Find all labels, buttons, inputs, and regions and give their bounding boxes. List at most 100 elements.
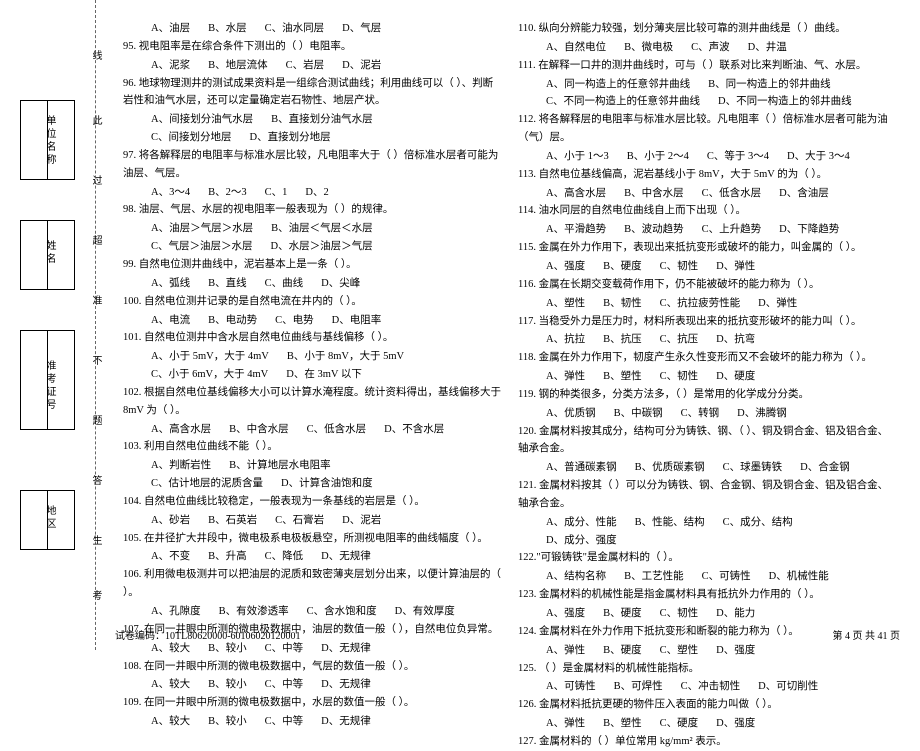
- question-text: 98. 油层、气层、水层的视电阻率一般表现为（ ）的规律。: [123, 201, 502, 219]
- option: B、微电极: [624, 39, 673, 57]
- option: C、低含水层: [307, 421, 367, 439]
- option-row: A、不变B、升高C、降低D、无规律: [123, 548, 502, 566]
- exam-number-label: 准考证号: [42, 360, 57, 412]
- option: B、抗压: [603, 331, 642, 349]
- question-text: 120. 金属材料按其成分，结构可分为铸铁、钢、（ ）、铜及铜合金、铝及铝合金、…: [518, 423, 897, 459]
- option: C、岩层: [286, 57, 325, 75]
- option-row: C、间接划分地层D、直接划分地层: [123, 129, 502, 147]
- question-text: 123. 金属材料的机械性能是指金属材料具有抵抗外力作用的（ ）。: [518, 586, 897, 604]
- dash-char: 题: [88, 415, 103, 425]
- option-row: A、弧线B、直线C、曲线D、尖峰: [123, 275, 502, 293]
- dash-char: 准: [88, 295, 103, 305]
- question-text: 95. 视电阻率是在综合条件下测出的（ ）电阻率。: [123, 38, 502, 56]
- option: B、硬度: [603, 605, 642, 623]
- question-text: 103. 利用自然电位曲线不能（ ）。: [123, 438, 502, 456]
- option: C、不同一构造上的任意邻井曲线: [546, 93, 700, 111]
- option: D、有效厚度: [395, 603, 455, 621]
- dash-char: 过: [88, 175, 103, 185]
- exam-content: A、油层B、水层C、油水同层D、气层95. 视电阻率是在综合条件下测出的（ ）电…: [115, 20, 905, 630]
- option: C、抗拉疲劳性能: [660, 295, 741, 313]
- dash-char: 线: [88, 50, 103, 60]
- option: A、高含水层: [546, 185, 606, 203]
- question-text: 126. 金属材料抵抗更硬的物件压入表面的能力叫做（ ）。: [518, 696, 897, 714]
- option: B、直线: [208, 275, 247, 293]
- option: B、可焊性: [614, 678, 663, 696]
- question-text: 101. 自然电位测井中含水层自然电位曲线与基线偏移（ ）。: [123, 329, 502, 347]
- option-row: A、孔隙度B、有效渗透率C、含水饱和度D、有效厚度: [123, 603, 502, 621]
- option: B、波动趋势: [624, 221, 684, 239]
- option: A、可铸性: [546, 678, 596, 696]
- question-text: 115. 金属在外力作用下，表现出来抵抗变形或破坏的能力，叫金属的（ ）。: [518, 239, 897, 257]
- dashed-margin-line: [95, 0, 96, 650]
- option-row: A、可铸性B、可焊性C、冲击韧性D、可切削性: [518, 678, 897, 696]
- option: A、油层: [151, 20, 190, 38]
- option-row: A、3～4B、2～3C、1D、2: [123, 184, 502, 202]
- option: B、电动势: [208, 312, 257, 330]
- option: B、性能、结构: [635, 514, 705, 532]
- option: D、尖峰: [321, 275, 360, 293]
- option-row: A、抗拉B、抗压C、抗压D、抗弯: [518, 331, 897, 349]
- question-text: 121. 金属材料按其（ ）可以分为铸铁、钢、合金钢、铜及铜合金、铝及铝合金、轴…: [518, 477, 897, 513]
- option: D、井温: [748, 39, 787, 57]
- option-row: A、成分、性能B、性能、结构C、成分、结构D、成分、强度: [518, 514, 897, 550]
- option: C、电势: [275, 312, 314, 330]
- option: B、小于 8mV，大于 5mV: [287, 348, 404, 366]
- option: B、2～3: [208, 184, 247, 202]
- question-text: 113. 自然电位基线偏高，泥岩基线小于 8mV，大于 5mV 的为（ ）。: [518, 166, 897, 184]
- option: B、韧性: [603, 295, 642, 313]
- question-text: 112. 将各解释层的电阻率与标准水层比较。凡电阻率（ ）倍标准水层者可能为油（…: [518, 111, 897, 147]
- option-row: A、泥浆B、地层流体C、岩层D、泥岩: [123, 57, 502, 75]
- option: A、弹性: [546, 715, 585, 733]
- option: C、上升趋势: [702, 221, 762, 239]
- option: C、曲线: [265, 275, 304, 293]
- option: B、硬度: [603, 642, 642, 660]
- option: D、2: [305, 184, 328, 202]
- option-row: A、油层＞气层＞水层B、油层＜气层＜水层: [123, 220, 502, 238]
- dash-char: 答: [88, 475, 103, 485]
- option: A、普通碳素钢: [546, 459, 617, 477]
- option: A、自然电位: [546, 39, 606, 57]
- option: C、球墨铸铁: [723, 459, 783, 477]
- option: D、成分、强度: [546, 532, 617, 550]
- option: B、塑性: [603, 715, 642, 733]
- option: D、不同一构造上的邻井曲线: [718, 93, 852, 111]
- option: D、无规律: [321, 548, 371, 566]
- option: D、强度: [716, 642, 755, 660]
- option: A、弹性: [546, 642, 585, 660]
- footer-exam-code: 试卷编码：10TL80620000-60106020120001: [115, 627, 301, 642]
- option: B、升高: [208, 548, 247, 566]
- option: D、泥岩: [342, 57, 381, 75]
- option: D、无规律: [321, 676, 371, 694]
- question-text: 127. 金属材料的（ ）单位常用 kg/mm² 表示。: [518, 733, 897, 751]
- exam-sidebar: 单位名称 姓名 准考证号 地区: [0, 0, 90, 650]
- option: C、抗压: [660, 331, 699, 349]
- option: D、强度: [716, 715, 755, 733]
- option-row: C、不同一构造上的任意邻井曲线 D、不同一构造上的邻井曲线: [518, 93, 897, 111]
- option: D、硬度: [716, 368, 755, 386]
- question-text: 116. 金属在长期交变载荷作用下，仍不能被破坏的能力称为（ ）。: [518, 276, 897, 294]
- option: B、同一构造上的邻井曲线: [708, 76, 831, 94]
- option: D、气层: [342, 20, 381, 38]
- option: B、较小: [208, 640, 247, 658]
- question-text: 117. 当稳受外力是压力时，材料所表现出来的抵抗变形破坏的能力叫（ ）。: [518, 313, 897, 331]
- option: C、中等: [265, 676, 304, 694]
- question-text: 110. 纵向分辨能力较强，划分薄夹层比较可靠的测井曲线是（ ）曲线。: [518, 20, 897, 38]
- option: C、1: [265, 184, 288, 202]
- option: D、可切削性: [758, 678, 818, 696]
- option: A、成分、性能: [546, 514, 617, 532]
- option: C、估计地层的泥质含量: [151, 475, 263, 493]
- question-text: 102. 根据自然电位基线偏移大小可以计算水淹程度。统计资料得出，基线偏移大于 …: [123, 384, 502, 420]
- option: B、较小: [208, 713, 247, 731]
- right-column: 110. 纵向分辨能力较强，划分薄夹层比较可靠的测井曲线是（ ）曲线。A、自然电…: [510, 20, 905, 630]
- option: D、含油层: [779, 185, 829, 203]
- option: C、间接划分地层: [151, 129, 232, 147]
- option: B、优质碳素钢: [635, 459, 705, 477]
- option: D、抗弯: [716, 331, 755, 349]
- option: B、石英岩: [208, 512, 257, 530]
- option: B、小于 2～4: [627, 148, 689, 166]
- option: A、弹性: [546, 368, 585, 386]
- option-row: A、塑性B、韧性C、抗拉疲劳性能D、弹性: [518, 295, 897, 313]
- option-row: A、砂岩B、石英岩C、石膏岩D、泥岩: [123, 512, 502, 530]
- option: A、高含水层: [151, 421, 211, 439]
- footer-page-number: 第 4 页 共 41 页: [833, 627, 901, 642]
